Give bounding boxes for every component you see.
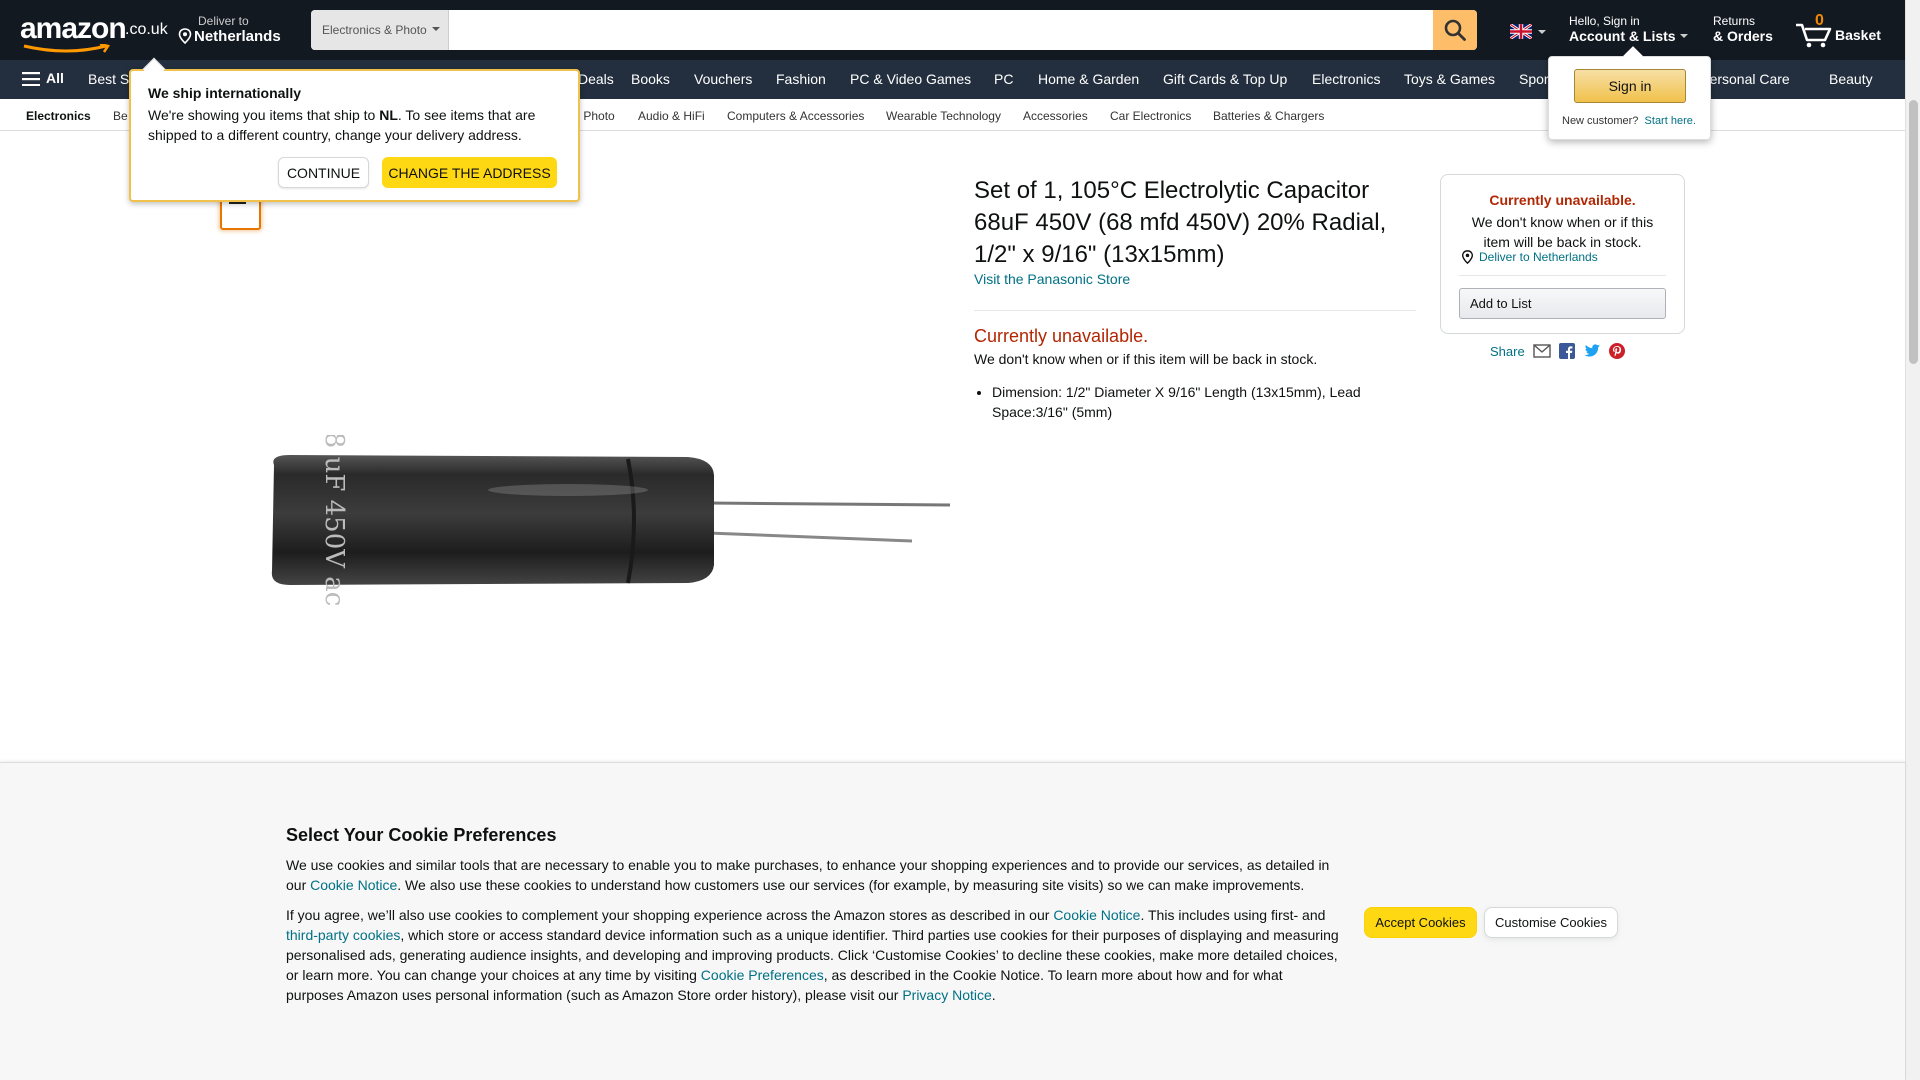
deliver-to[interactable]: Deliver to Netherlands — [178, 14, 281, 48]
buybox-deliver-to[interactable]: Deliver to Netherlands — [1461, 250, 1598, 267]
search-input[interactable] — [449, 10, 1434, 50]
product-title: Set of 1, 105°C Electrolytic Capacitor 6… — [974, 177, 1387, 268]
intl-popover-text: We're showing you items that ship to NL.… — [148, 107, 536, 143]
basket-label: Basket — [1835, 27, 1881, 43]
add-to-list-button[interactable]: Add to List — [1459, 288, 1666, 319]
customise-cookies-button[interactable]: Customise Cookies — [1484, 907, 1618, 938]
account-lists-menu[interactable]: Hello, Sign in Account & Lists — [1569, 14, 1688, 44]
privacy-notice-link[interactable]: Privacy Notice — [902, 987, 991, 1003]
scrollbar-thumb[interactable] — [1909, 100, 1918, 364]
subnav-item-electronics[interactable]: Electronics — [26, 109, 91, 123]
search-category-label: Electronics & Photo — [322, 23, 427, 37]
nav-item-best-sellers[interactable]: Best S — [88, 71, 129, 87]
intl-popover-country: NL — [379, 107, 398, 123]
cookie-banner: Select Your Cookie Preferences We use co… — [0, 762, 1905, 1080]
orders-label: & Orders — [1713, 28, 1773, 44]
visit-store-link[interactable]: Visit the Panasonic Store — [974, 271, 1130, 287]
cookie-notice-link[interactable]: Cookie Notice — [1053, 907, 1140, 923]
returns-orders-link[interactable]: Returns & Orders — [1713, 14, 1773, 44]
availability-status: Currently unavailable. — [974, 326, 1149, 346]
amazon-logo[interactable]: amazon .co.uk — [20, 12, 168, 53]
logo-tld: .co.uk — [125, 21, 168, 38]
cookie-paragraph-1: We use cookies and similar tools that ar… — [286, 857, 1330, 893]
buybox-availability: Currently unavailable. — [1489, 192, 1636, 208]
subnav-item-batteries[interactable]: Batteries & Chargers — [1213, 109, 1324, 123]
feature-bullet: Dimension: 1/2" Diameter X 9/16" Length … — [992, 382, 1412, 422]
change-address-button[interactable]: CHANGE THE ADDRESS — [382, 157, 557, 188]
cookie-paragraph-2: If you agree, we’ll also use cookies to … — [286, 907, 1339, 1003]
twitter-icon[interactable] — [1583, 343, 1601, 359]
deliver-to-netherlands-link[interactable]: Deliver to Netherlands — [1479, 250, 1598, 264]
buy-box: Currently unavailable. We don't know whe… — [1440, 174, 1685, 334]
share-bar: Share — [1490, 343, 1625, 359]
start-here-link[interactable]: Start here. — [1645, 115, 1696, 127]
nav-item-fashion[interactable]: Fashion — [776, 71, 826, 87]
signin-flyout: Sign in New customer? Start here. — [1548, 46, 1711, 140]
search-icon — [1444, 19, 1466, 41]
capacitor-print: 68 uF 450V acon — [319, 435, 349, 605]
continue-button[interactable]: CONTINUE — [278, 157, 369, 188]
nav-item-pc[interactable]: PC — [994, 71, 1013, 87]
cookie-title: Select Your Cookie Preferences — [286, 825, 557, 845]
new-customer-text: New customer? Start here. — [1562, 115, 1696, 127]
search-submit-button[interactable] — [1433, 10, 1477, 50]
subnav-item-audio-hifi[interactable]: Audio & HiFi — [638, 109, 705, 123]
email-icon[interactable] — [1533, 344, 1551, 358]
intl-shipping-popover: We ship internationally We're showing yo… — [129, 57, 580, 202]
availability-note: We don't know when or if this item will … — [974, 351, 1318, 367]
accept-cookies-button[interactable]: Accept Cookies — [1364, 907, 1477, 938]
search-category-select[interactable]: Electronics & Photo — [311, 10, 449, 50]
logo-wordmark: amazon — [20, 12, 127, 45]
location-pin-icon — [178, 28, 192, 48]
language-selector[interactable] — [1509, 22, 1546, 42]
deliver-to-location: Netherlands — [194, 28, 281, 45]
third-party-cookies-link[interactable]: third-party cookies — [286, 927, 400, 943]
nav-item-electronics[interactable]: Electronics — [1312, 71, 1380, 87]
nav-item-vouchers[interactable]: Vouchers — [694, 71, 752, 87]
subnav-item-accessories[interactable]: Accessories — [1023, 109, 1088, 123]
all-menu-button[interactable]: All — [22, 70, 64, 89]
nav-item-deals[interactable]: Deals — [578, 71, 614, 87]
returns-label: Returns — [1713, 14, 1756, 28]
product-main-image[interactable]: 68 uF 450V acon — [268, 415, 951, 639]
share-label[interactable]: Share — [1490, 344, 1525, 359]
deliver-to-label: Deliver to — [198, 14, 249, 28]
logo-smile-icon — [23, 44, 111, 53]
sign-in-button[interactable]: Sign in — [1574, 69, 1686, 103]
chevron-down-icon — [1679, 34, 1688, 42]
intl-popover-title: We ship internationally — [148, 85, 301, 101]
subnav-item-be[interactable]: Be — [113, 109, 128, 123]
nav-item-pc-video-games[interactable]: PC & Video Games — [850, 71, 971, 87]
facebook-icon[interactable] — [1558, 343, 1575, 359]
nav-item-toys-games[interactable]: Toys & Games — [1404, 71, 1495, 87]
cookie-preferences-link[interactable]: Cookie Preferences — [701, 967, 824, 983]
cookie-notice-link[interactable]: Cookie Notice — [310, 877, 397, 893]
all-menu-label: All — [46, 70, 64, 86]
subnav-item-car-electronics[interactable]: Car Electronics — [1110, 109, 1191, 123]
pinterest-icon[interactable] — [1608, 343, 1625, 359]
basket-link[interactable]: 0 Basket — [1795, 10, 1895, 50]
divider — [1459, 275, 1666, 276]
nav-item-sports[interactable]: Spor — [1519, 71, 1549, 87]
search-bar: Electronics & Photo — [311, 10, 1477, 50]
page-scrollbar[interactable] — [1905, 0, 1920, 1080]
nav-item-gift-cards[interactable]: Gift Cards & Top Up — [1163, 71, 1287, 87]
subnav-item-computers[interactable]: Computers & Accessories — [727, 109, 864, 123]
nav-item-home-garden[interactable]: Home & Garden — [1038, 71, 1139, 87]
nav-item-books[interactable]: Books — [631, 71, 670, 87]
divider — [974, 310, 1416, 311]
account-label: Account & Lists — [1569, 28, 1676, 44]
cart-icon — [1796, 23, 1832, 48]
buybox-availability-note: We don't know when or if this item will … — [1471, 214, 1654, 250]
nav-item-beauty[interactable]: Beauty — [1829, 71, 1873, 87]
feature-bullets: Dimension: 1/2" Diameter X 9/16" Length … — [992, 382, 1412, 422]
hamburger-icon — [22, 72, 40, 89]
subnav-item-wearable[interactable]: Wearable Technology — [886, 109, 1001, 123]
uk-flag-icon — [1509, 22, 1533, 41]
chevron-down-icon — [431, 27, 440, 35]
location-pin-icon — [1461, 250, 1474, 267]
chevron-down-icon — [1538, 30, 1546, 38]
account-greeting: Hello, Sign in — [1569, 14, 1640, 28]
